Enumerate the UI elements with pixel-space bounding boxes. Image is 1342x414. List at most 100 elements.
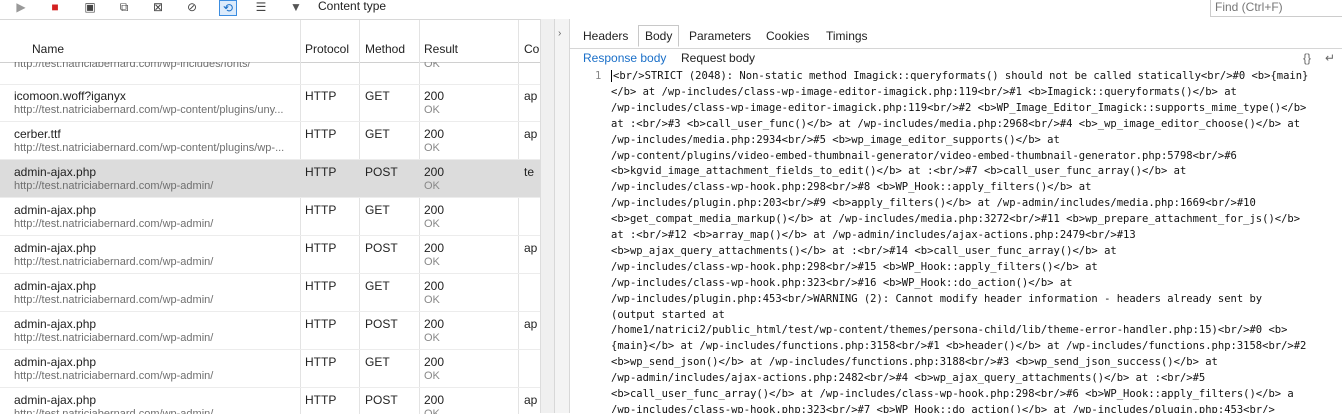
- code-line: /wp-includes/class-wp-hook.php:298<br/>#…: [611, 181, 1091, 193]
- column-result[interactable]: Result: [424, 42, 458, 56]
- code-text: /wp-admin/includes/ajax-actions.php:2482…: [611, 372, 1206, 385]
- column-content-type[interactable]: Conte: [524, 42, 540, 56]
- request-url: http://test.natriciabernard.com/wp-admin…: [14, 408, 214, 414]
- table-row[interactable]: cerber.ttf http://test.natriciabernard.co…: [0, 122, 540, 160]
- result-cell: 200: [424, 165, 445, 179]
- status-text: OK: [424, 408, 440, 414]
- code-line: <b>call_user_func_array()</b> at /wp-inc…: [611, 388, 1294, 400]
- request-url: http://test.natriciabernard.com/wp-admin…: [14, 332, 214, 344]
- tab-parameters[interactable]: Parameters: [689, 26, 751, 46]
- content-type-filter[interactable]: Content type: [318, 0, 386, 13]
- code-line: <b>wp_send_json()</b> at /wp-includes/fu…: [611, 356, 1218, 368]
- always-refresh-icon[interactable]: ⟲: [219, 0, 237, 16]
- table-row[interactable]: admin-ajax.php http://test.natriciabernar…: [0, 198, 540, 236]
- subtab-request-body[interactable]: Request body: [681, 51, 755, 65]
- column-method[interactable]: Method: [365, 42, 405, 56]
- status-text: OK: [424, 256, 440, 268]
- clear-cache-icon[interactable]: ⊘: [184, 0, 200, 14]
- play-icon[interactable]: ▶: [13, 0, 29, 14]
- method-cell: POST: [365, 317, 398, 331]
- request-url: http://test.natriciabernard.com/wp-inclu…: [14, 62, 251, 70]
- protocol-cell: HTTP: [305, 203, 337, 217]
- code-text: /wp-includes/class-wp-hook.php:323<br/>#…: [611, 276, 1073, 289]
- code-text: <br/>STRICT (2048): Non-static method Im…: [613, 70, 1309, 82]
- code-line: /home1/natrici2/public_html/test/wp-cont…: [611, 324, 1287, 336]
- panel-splitter[interactable]: ›: [554, 19, 570, 413]
- status-text: OK: [424, 62, 440, 70]
- filter-icon[interactable]: ▼: [288, 0, 304, 14]
- request-url: http://test.natriciabernard.com/wp-admin…: [14, 218, 214, 230]
- table-row[interactable]: icomoon.woff?iganyx http://test.natriciab…: [0, 84, 540, 122]
- method-cell: POST: [365, 393, 398, 407]
- clear-entries-icon[interactable]: ⊠: [150, 0, 166, 14]
- find-input[interactable]: Find (Ctrl+F): [1210, 0, 1342, 17]
- code-line: /wp-includes/class-wp-hook.php:323<br/>#…: [611, 404, 1275, 413]
- table-row[interactable]: http://test.natriciabernard.com/wp-inclu…: [0, 62, 540, 85]
- list-scrollbar[interactable]: [540, 19, 555, 413]
- save-icon[interactable]: ▣: [82, 0, 98, 14]
- request-name: cerber.ttf: [14, 127, 61, 141]
- result-cell: 200: [424, 279, 445, 293]
- table-row[interactable]: admin-ajax.php http://test.natriciabernar…: [0, 312, 540, 350]
- code-line: at :<br/>#3 <b>call_user_func()</b> at /…: [611, 118, 1300, 130]
- result-cell: 200: [424, 241, 445, 255]
- method-cell: GET: [365, 89, 390, 103]
- pretty-print-icon[interactable]: {}: [1303, 51, 1311, 65]
- word-wrap-icon[interactable]: ↵: [1325, 51, 1335, 65]
- tab-cookies[interactable]: Cookies: [766, 26, 809, 46]
- status-text: OK: [424, 294, 440, 306]
- table-row[interactable]: admin-ajax.php http://test.natriciabernar…: [0, 388, 540, 414]
- code-text: /wp-includes/plugin.php:203<br/>#9 <b>ap…: [611, 197, 1256, 210]
- clear-on-navigate-icon[interactable]: ☰: [253, 0, 269, 14]
- content-type-cell: ap: [524, 89, 538, 103]
- content-type-cell: ap: [524, 127, 538, 141]
- import-icon[interactable]: ⧉: [116, 0, 132, 14]
- request-name: admin-ajax.php: [14, 165, 97, 179]
- chevron-right-icon[interactable]: ›: [558, 28, 561, 39]
- result-cell: 200: [424, 89, 445, 103]
- request-name: admin-ajax.php: [14, 241, 97, 255]
- code-text: (output started at: [611, 308, 725, 321]
- result-cell: 200: [424, 393, 445, 407]
- status-text: OK: [424, 370, 440, 382]
- status-text: OK: [424, 104, 440, 116]
- code-text: at :<br/>#12 <b>array_map()</b> at /wp-a…: [611, 229, 1136, 241]
- protocol-cell: HTTP: [305, 393, 337, 407]
- content-type-cell: ap: [524, 241, 538, 255]
- column-name[interactable]: Name: [32, 42, 64, 56]
- code-line: </b> at /wp-includes/class-wp-image-edit…: [611, 86, 1237, 98]
- code-line: /wp-includes/media.php:2934<br/>#5 <b>wp…: [611, 134, 1060, 146]
- stop-icon[interactable]: ■: [47, 0, 63, 14]
- status-text: OK: [424, 142, 440, 154]
- tab-body[interactable]: Body: [638, 25, 680, 47]
- code-line: (output started at: [611, 309, 725, 321]
- column-protocol[interactable]: Protocol: [305, 42, 349, 56]
- request-name: admin-ajax.php: [14, 317, 97, 331]
- tab-timings[interactable]: Timings: [826, 26, 868, 46]
- content-type-cell: ap: [524, 393, 538, 407]
- protocol-cell: HTTP: [305, 355, 337, 369]
- content-type-cell: ap: [524, 317, 538, 331]
- line-number: 1: [595, 70, 602, 82]
- response-body-viewer[interactable]: 1 <br/>STRICT (2048): Non-static method …: [569, 68, 1342, 413]
- protocol-cell: HTTP: [305, 279, 337, 293]
- code-line: /wp-content/plugins/video-embed-thumbnai…: [611, 150, 1237, 162]
- subtab-response-body[interactable]: Response body: [583, 51, 666, 65]
- tab-headers[interactable]: Headers: [583, 26, 628, 46]
- code-text: </b> at /wp-includes/class-wp-image-edit…: [611, 85, 1237, 98]
- body-subtabs: Response body Request body {} ↵: [569, 48, 1342, 67]
- table-row[interactable]: admin-ajax.php http://test.natriciabernar…: [0, 274, 540, 312]
- table-row[interactable]: admin-ajax.php http://test.natriciabernar…: [0, 236, 540, 274]
- content-type-cell: te: [524, 165, 535, 179]
- code-line: /wp-includes/plugin.php:203<br/>#9 <b>ap…: [611, 197, 1256, 209]
- method-cell: GET: [365, 127, 390, 141]
- status-text: OK: [424, 180, 440, 192]
- protocol-cell: HTTP: [305, 241, 337, 255]
- table-row[interactable]: admin-ajax.php http://test.natriciabernar…: [0, 160, 540, 198]
- code-line: /wp-admin/includes/ajax-actions.php:2482…: [611, 372, 1205, 384]
- code-line: at :<br/>#12 <b>array_map()</b> at /wp-a…: [611, 229, 1136, 241]
- method-cell: POST: [365, 165, 398, 179]
- code-text: <b>kgvid_image_attachment_fields_to_edit…: [611, 165, 1187, 178]
- method-cell: POST: [365, 241, 398, 255]
- table-row[interactable]: admin-ajax.php http://test.natriciabernar…: [0, 350, 540, 388]
